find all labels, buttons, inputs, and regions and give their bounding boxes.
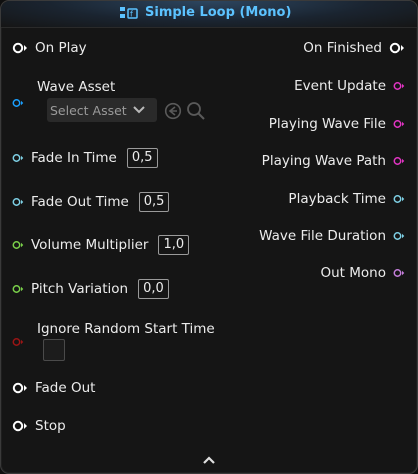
- float-pin-icon[interactable]: [12, 152, 24, 164]
- fade-in-time-value[interactable]: 0,5: [126, 148, 158, 168]
- input-on-play[interactable]: On Play: [12, 40, 87, 56]
- node-header[interactable]: f Simple Loop (Mono): [1, 1, 417, 28]
- float-pin-icon[interactable]: [12, 239, 24, 251]
- chevron-up-icon[interactable]: [202, 455, 216, 465]
- pin-label: Wave Asset: [37, 79, 116, 95]
- pin-label: Pitch Variation: [31, 281, 129, 297]
- output-playing-wave-file[interactable]: Playing Wave File: [269, 116, 405, 132]
- output-on-finished[interactable]: On Finished: [303, 40, 405, 56]
- output-wave-file-duration[interactable]: Wave File Duration: [259, 228, 405, 244]
- input-ignore-random-start-pin[interactable]: [12, 333, 24, 352]
- trigger-pin-icon[interactable]: [393, 80, 405, 92]
- trigger-pin-icon[interactable]: [393, 155, 405, 167]
- wave-asset-label-row: Wave Asset: [37, 79, 115, 95]
- pin-label: Wave File Duration: [259, 228, 386, 244]
- pin-label: Event Update: [294, 78, 386, 94]
- input-pitch-variation[interactable]: Pitch Variation 0,0: [12, 279, 169, 299]
- metasound-node[interactable]: f Simple Loop (Mono) On Play Wave Asset …: [0, 0, 418, 474]
- pin-label: Fade In Time: [31, 150, 117, 166]
- input-volume-multiplier[interactable]: Volume Multiplier 1,0: [12, 235, 190, 255]
- input-fade-in-time[interactable]: Fade In Time 0,5: [12, 148, 158, 168]
- trigger-pin-icon[interactable]: [393, 118, 405, 130]
- float-pin-icon[interactable]: [12, 283, 24, 295]
- float-pin-icon[interactable]: [393, 230, 405, 242]
- search-icon[interactable]: [186, 101, 206, 121]
- pin-label: Playing Wave Path: [261, 153, 386, 169]
- svg-text:f: f: [130, 9, 133, 18]
- pin-label: On Play: [35, 40, 87, 56]
- pin-label: Volume Multiplier: [31, 237, 149, 253]
- pin-label: Playback Time: [288, 191, 386, 207]
- volume-multiplier-value[interactable]: 1,0: [158, 235, 190, 255]
- output-playback-time[interactable]: Playback Time: [288, 191, 405, 207]
- audio-pin-icon[interactable]: [393, 267, 405, 279]
- node-title-wrap: f Simple Loop (Mono): [119, 5, 291, 20]
- pin-label: Ignore Random Start Time: [37, 321, 215, 337]
- output-event-update[interactable]: Event Update: [294, 78, 405, 94]
- wave-asset-dropdown[interactable]: Select Asset: [47, 98, 157, 122]
- bool-pin-icon[interactable]: [12, 336, 24, 348]
- chevron-down-icon: [132, 106, 145, 114]
- pin-label: Stop: [35, 418, 66, 434]
- input-fade-out-time[interactable]: Fade Out Time 0,5: [12, 192, 170, 212]
- asset-pin-icon[interactable]: [12, 97, 24, 109]
- browse-arrow-icon[interactable]: [164, 102, 182, 120]
- exec-pin-icon[interactable]: [12, 42, 28, 54]
- fade-out-time-value[interactable]: 0,5: [138, 192, 170, 212]
- output-out-mono[interactable]: Out Mono: [321, 265, 406, 281]
- ignore-random-start-checkbox[interactable]: [43, 339, 65, 361]
- exec-pin-icon[interactable]: [12, 420, 28, 432]
- pin-label: Fade Out: [35, 380, 96, 396]
- input-wave-asset-pin[interactable]: [12, 94, 24, 113]
- exec-pin-icon[interactable]: [12, 382, 28, 394]
- output-playing-wave-path[interactable]: Playing Wave Path: [262, 153, 405, 169]
- asset-select-placeholder: Select Asset: [50, 102, 127, 118]
- input-stop[interactable]: Stop: [12, 418, 66, 434]
- ignore-random-start-label-row: Ignore Random Start Time: [37, 321, 215, 337]
- pin-label: Playing Wave File: [268, 116, 386, 132]
- pitch-variation-value[interactable]: 0,0: [138, 279, 169, 299]
- pin-label: Fade Out Time: [31, 194, 129, 210]
- exec-pin-icon[interactable]: [389, 42, 405, 54]
- function-icon: f: [120, 6, 138, 19]
- input-fade-out[interactable]: Fade Out: [12, 380, 95, 396]
- float-pin-icon[interactable]: [393, 193, 405, 205]
- float-pin-icon[interactable]: [12, 196, 24, 208]
- node-title: Simple Loop (Mono): [145, 5, 292, 20]
- pin-label: On Finished: [303, 40, 382, 56]
- pin-label: Out Mono: [320, 265, 387, 281]
